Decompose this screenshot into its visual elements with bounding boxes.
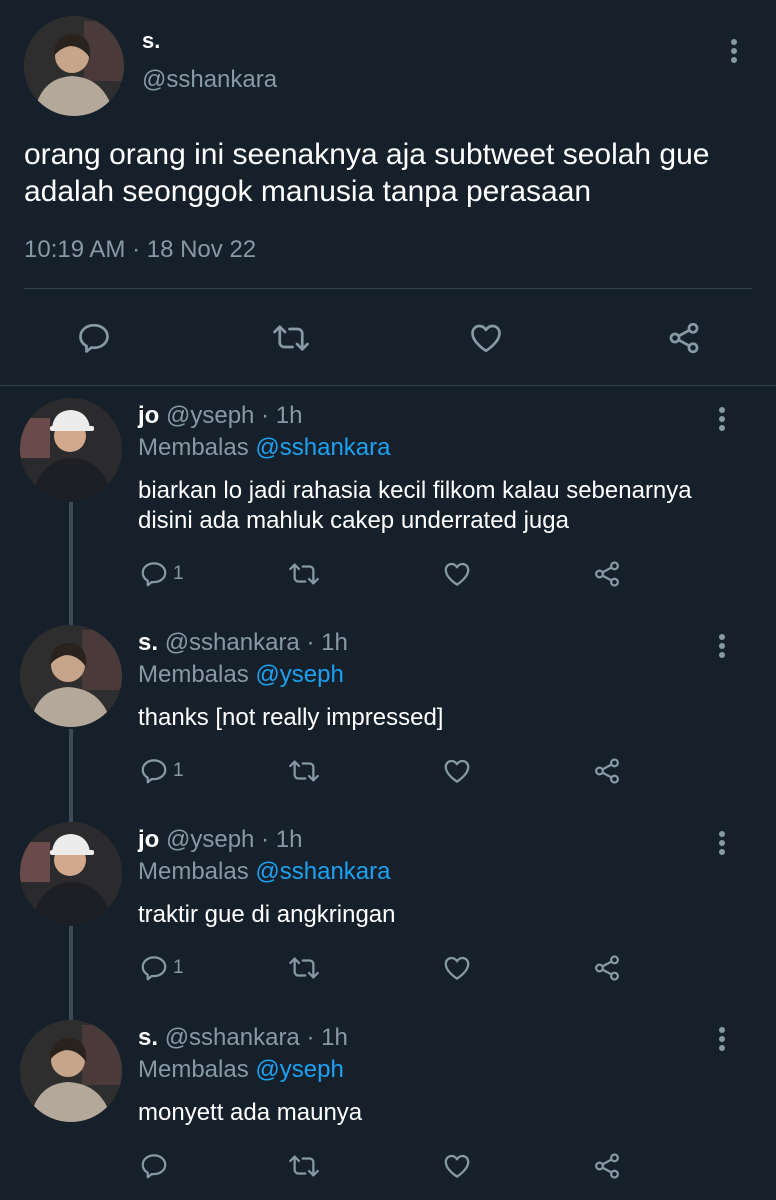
reply-button[interactable]: 1 bbox=[139, 948, 184, 988]
like-icon bbox=[444, 956, 470, 980]
avatar[interactable] bbox=[20, 398, 122, 500]
reply-button[interactable]: 1 bbox=[139, 554, 184, 594]
mention-link[interactable]: @sshankara bbox=[255, 858, 390, 885]
main-tweet: s. @sshankara orang orang ini seenaknya … bbox=[0, 0, 776, 386]
retweet-icon bbox=[289, 957, 319, 979]
reply-tweet[interactable]: s. @sshankara · 1h Membalas @yseph monye… bbox=[0, 1020, 776, 1200]
tweet-text: biarkan lo jadi rahasia kecil filkom kal… bbox=[138, 477, 692, 534]
mention-link[interactable]: @sshankara bbox=[255, 434, 390, 461]
tweet-timestamp[interactable]: 10:19 AM · 18 Nov 22 bbox=[24, 236, 256, 264]
tweet-text: thanks [not really impressed] bbox=[138, 704, 444, 731]
handle-time[interactable]: @yseph · 1h bbox=[166, 826, 302, 853]
reply-count: 1 bbox=[173, 760, 184, 781]
share-button[interactable] bbox=[656, 310, 712, 366]
mention-link[interactable]: @yseph bbox=[255, 661, 343, 688]
reply-icon bbox=[141, 759, 167, 784]
reply-icon bbox=[79, 323, 109, 353]
more-options-icon[interactable] bbox=[710, 828, 734, 858]
tweet-actions: 1 bbox=[0, 948, 776, 988]
retweet-button[interactable] bbox=[287, 554, 321, 594]
replying-label: Membalas bbox=[138, 434, 249, 461]
reply-tweet[interactable]: s. @sshankara · 1h Membalas @yseph thank… bbox=[0, 625, 776, 825]
more-options-icon[interactable] bbox=[722, 36, 746, 66]
replying-label: Membalas bbox=[138, 661, 249, 688]
divider bbox=[24, 288, 752, 289]
avatar[interactable] bbox=[20, 822, 122, 924]
replying-label: Membalas bbox=[138, 858, 249, 885]
share-icon bbox=[669, 322, 699, 354]
reply-count: 1 bbox=[173, 957, 184, 978]
replying-to: Membalas @yseph bbox=[138, 1056, 344, 1084]
mention-link[interactable]: @yseph bbox=[255, 1056, 343, 1083]
reply-button[interactable]: 1 bbox=[139, 751, 184, 791]
reply-tweet[interactable]: jo @yseph · 1h Membalas @sshankara biark… bbox=[0, 398, 776, 628]
avatar[interactable] bbox=[24, 16, 124, 116]
more-options-icon[interactable] bbox=[710, 631, 734, 661]
share-button[interactable] bbox=[592, 554, 622, 594]
avatar[interactable] bbox=[20, 625, 122, 727]
reply-button[interactable] bbox=[66, 310, 122, 366]
share-icon bbox=[594, 1153, 620, 1179]
reply-icon bbox=[141, 956, 167, 981]
like-icon bbox=[444, 759, 470, 783]
handle-time[interactable]: @sshankara · 1h bbox=[165, 1024, 348, 1051]
share-button[interactable] bbox=[592, 751, 622, 791]
display-name[interactable]: jo bbox=[138, 402, 159, 429]
reply-icon bbox=[141, 562, 167, 587]
display-name[interactable]: s. bbox=[142, 28, 160, 54]
avatar[interactable] bbox=[20, 1020, 122, 1122]
retweet-button[interactable] bbox=[287, 948, 321, 988]
retweet-button[interactable] bbox=[287, 751, 321, 791]
reply-button[interactable] bbox=[139, 1146, 173, 1186]
replying-to: Membalas @sshankara bbox=[138, 434, 390, 462]
tweet-actions bbox=[0, 1146, 776, 1186]
more-options-icon[interactable] bbox=[710, 404, 734, 434]
replying-to: Membalas @yseph bbox=[138, 661, 344, 689]
reply-tweet[interactable]: jo @yseph · 1h Membalas @sshankara trakt… bbox=[0, 822, 776, 1022]
share-button[interactable] bbox=[592, 1146, 622, 1186]
retweet-icon bbox=[289, 760, 319, 782]
like-icon bbox=[444, 562, 470, 586]
reply-count: 1 bbox=[173, 563, 184, 584]
tweet-actions: 1 bbox=[0, 554, 776, 594]
replying-to: Membalas @sshankara bbox=[138, 858, 390, 886]
tweet-actions: 1 bbox=[0, 751, 776, 791]
handle-time[interactable]: @sshankara · 1h bbox=[165, 629, 348, 656]
retweet-button[interactable] bbox=[263, 310, 319, 366]
share-button[interactable] bbox=[592, 948, 622, 988]
replying-label: Membalas bbox=[138, 1056, 249, 1083]
share-icon bbox=[594, 561, 620, 587]
retweet-icon bbox=[289, 1155, 319, 1177]
display-name[interactable]: s. bbox=[138, 629, 158, 656]
share-icon bbox=[594, 955, 620, 981]
retweet-icon bbox=[273, 325, 309, 351]
tweet-text: monyett ada maunya bbox=[138, 1099, 363, 1126]
like-button[interactable] bbox=[441, 751, 473, 791]
like-icon bbox=[444, 1154, 470, 1178]
display-name[interactable]: jo bbox=[138, 826, 159, 853]
handle-time[interactable]: @yseph · 1h bbox=[166, 402, 302, 429]
like-button[interactable] bbox=[441, 948, 473, 988]
tweet-text: orang orang ini seenaknya aja subtweet s… bbox=[24, 138, 710, 208]
like-icon bbox=[471, 324, 501, 353]
like-button[interactable] bbox=[441, 1146, 473, 1186]
retweet-button[interactable] bbox=[287, 1146, 321, 1186]
like-button[interactable] bbox=[441, 554, 473, 594]
more-options-icon[interactable] bbox=[710, 1024, 734, 1054]
like-button[interactable] bbox=[458, 310, 514, 366]
share-icon bbox=[594, 758, 620, 784]
reply-icon bbox=[141, 1154, 167, 1179]
tweet-text: traktir gue di angkringan bbox=[138, 901, 396, 928]
retweet-icon bbox=[289, 563, 319, 585]
tweet-actions bbox=[0, 310, 776, 366]
handle[interactable]: @sshankara bbox=[142, 66, 277, 94]
display-name[interactable]: s. bbox=[138, 1024, 158, 1051]
